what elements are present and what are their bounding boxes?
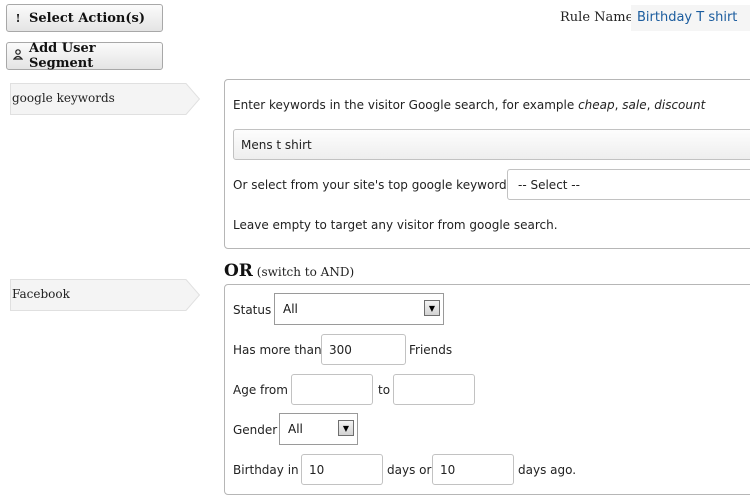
birthday-label: Birthday in [233, 463, 299, 477]
birthday-days-ago-input[interactable]: 10 [432, 454, 514, 485]
google-select-prompt: Or select from your site's top google ke… [233, 178, 513, 192]
operator-row: OR (switch to AND) [224, 261, 354, 281]
chevron-down-icon: ▼ [424, 300, 440, 316]
friends-count-input[interactable]: 300 [321, 334, 406, 365]
chevron-down-icon: ▼ [338, 420, 354, 436]
add-user-segment-button[interactable]: Add User Segment [6, 41, 163, 71]
google-keywords-input[interactable]: Mens t shirt [233, 129, 750, 160]
switch-to-and-link[interactable]: (switch to AND) [257, 265, 354, 279]
status-select-value: All [283, 302, 298, 316]
age-to-label: to [378, 383, 391, 397]
segment-tag-facebook[interactable]: Facebook [10, 279, 200, 311]
google-intro-text: Enter keywords in the visitor Google sea… [233, 98, 706, 112]
age-from-label: Age from [233, 383, 288, 397]
google-empty-note: Leave empty to target any visitor from g… [233, 218, 558, 232]
add-user-segment-label: Add User Segment [29, 41, 96, 71]
birthday-mid-label: days or [387, 463, 432, 477]
select-actions-button[interactable]: ! Select Action(s) [6, 4, 163, 32]
rule-name-label: Rule Name: [560, 10, 638, 25]
operator-label: OR [224, 261, 253, 281]
friends-prefix-label: Has more than [233, 343, 322, 357]
age-from-input[interactable] [291, 374, 373, 405]
segment-tag-facebook-label: Facebook [12, 287, 70, 301]
user-icon [7, 49, 29, 63]
age-to-input[interactable] [393, 374, 475, 405]
gender-select[interactable]: All ▼ [279, 413, 358, 445]
facebook-panel: Status All ▼ Has more than 300 Friends A… [224, 284, 750, 495]
google-keywords-select[interactable]: -- Select -- [507, 169, 750, 200]
rule-name-value[interactable]: Birthday T shirt [631, 5, 750, 31]
status-label: Status [233, 303, 272, 317]
segment-tag-google-label: google keywords [12, 91, 115, 105]
gender-label: Gender [233, 423, 278, 437]
google-keywords-panel: Enter keywords in the visitor Google sea… [224, 79, 750, 249]
birthday-days-before-input[interactable]: 10 [301, 454, 383, 485]
gender-select-value: All [288, 422, 303, 436]
exclamation-icon: ! [15, 11, 21, 25]
birthday-suffix-label: days ago. [518, 463, 577, 477]
segment-tag-google[interactable]: google keywords [10, 83, 200, 115]
select-actions-label: Select Action(s) [29, 10, 146, 26]
friends-suffix-label: Friends [409, 343, 453, 357]
status-select[interactable]: All ▼ [274, 293, 444, 325]
